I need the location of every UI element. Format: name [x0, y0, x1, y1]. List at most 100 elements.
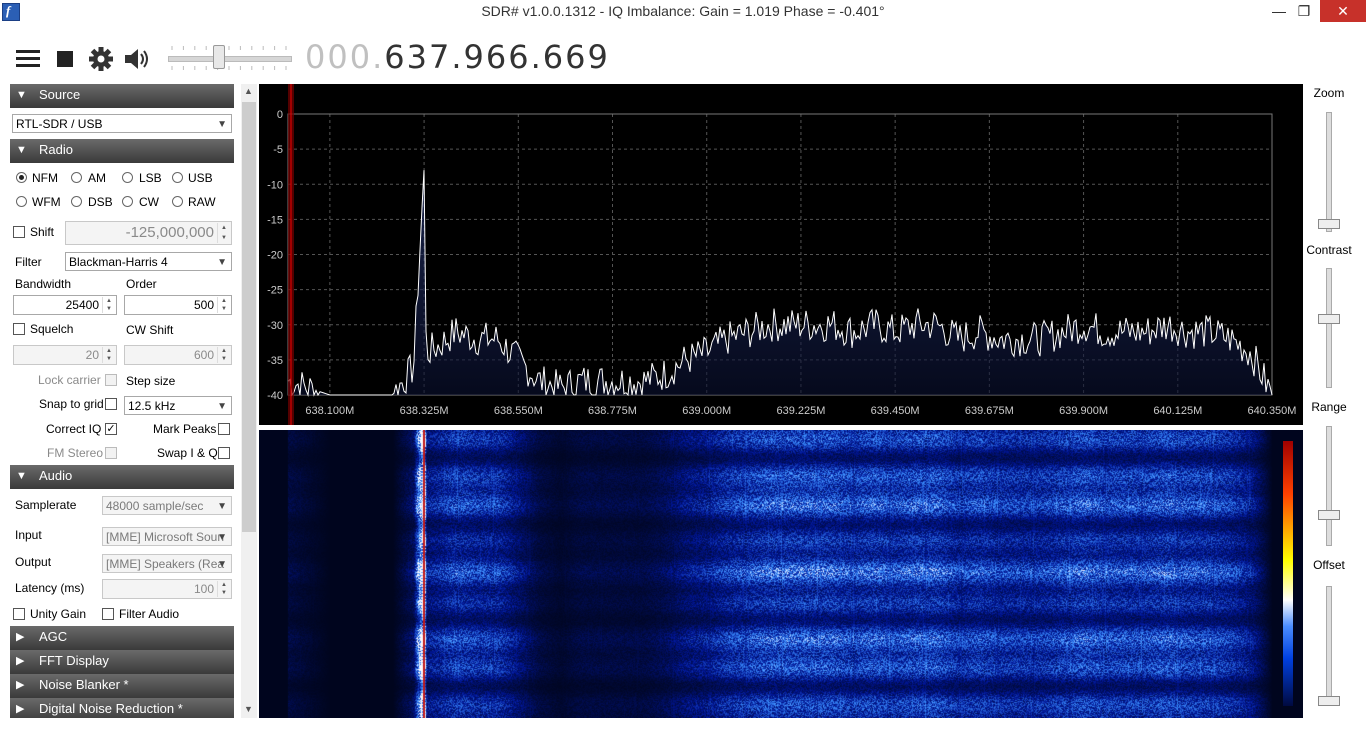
swap-iq-checkbox[interactable] — [218, 447, 230, 459]
contrast-slider[interactable] — [1326, 268, 1332, 388]
mode-radio-dsb[interactable] — [71, 196, 82, 207]
step-size-select[interactable]: 12.5 kHz ▼ — [124, 396, 232, 415]
filter-audio-label: Filter Audio — [119, 607, 180, 621]
fm-stereo-checkbox[interactable] — [105, 447, 117, 459]
spin-arrows-icon[interactable]: ▲ ▼ — [102, 297, 115, 313]
mode-label-nfm: NFM — [32, 171, 58, 185]
samplerate-label: Samplerate — [15, 498, 77, 512]
source-device-select[interactable]: RTL-SDR / USB ▼ — [12, 114, 232, 133]
title-bar: f SDR# v1.0.0.1312 - IQ Imbalance: Gain … — [0, 0, 1366, 23]
hamburger-icon[interactable] — [14, 44, 44, 74]
filter-value: Blackman-Harris 4 — [69, 255, 168, 269]
stop-icon[interactable] — [52, 44, 82, 74]
chevron-down-icon: ▼ — [217, 532, 227, 543]
noise-blanker-section-header[interactable]: ▶ Noise Blanker * — [10, 674, 234, 698]
radio-header-label: Radio — [39, 142, 73, 157]
mode-radio-cw[interactable] — [122, 196, 133, 207]
speaker-icon[interactable] — [122, 44, 152, 74]
chevron-down-icon[interactable]: ▼ — [244, 704, 253, 714]
x-tick-label: 638.550M — [494, 405, 543, 417]
spin-arrows-icon[interactable]: ▲ ▼ — [102, 347, 115, 363]
offset-slider[interactable] — [1326, 586, 1332, 706]
bandwidth-input[interactable]: 25400 ▲ ▼ — [13, 295, 117, 315]
fm-stereo-label: FM Stereo — [47, 446, 104, 460]
shift-value-input[interactable]: -125,000,000 ▲ ▼ — [65, 221, 232, 245]
cwshift-input[interactable]: 600 ▲ ▼ — [124, 345, 232, 365]
zoom-slider[interactable] — [1326, 112, 1332, 232]
chevron-up-icon[interactable]: ▲ — [244, 86, 253, 96]
agc-section-header[interactable]: ▶ AGC — [10, 626, 234, 650]
input-device-select[interactable]: [MME] Microsoft Soun ▼ — [102, 527, 232, 546]
panel-scrollbar-thumb[interactable] — [242, 102, 256, 532]
collapse-icon: ▼ — [16, 470, 27, 482]
spin-arrows-icon[interactable]: ▲ ▼ — [217, 223, 230, 243]
x-tick-label: 639.450M — [871, 405, 920, 417]
source-section-header[interactable]: ▼ Source — [10, 84, 234, 108]
mode-radio-usb[interactable] — [172, 172, 183, 183]
mode-label-cw: CW — [139, 195, 159, 209]
window-title: SDR# v1.0.0.1312 - IQ Imbalance: Gain = … — [481, 3, 885, 19]
spin-arrows-icon[interactable]: ▲ ▼ — [217, 581, 230, 597]
shift-checkbox[interactable] — [13, 226, 25, 238]
digital-noise-reduction-header-label: Digital Noise Reduction * — [39, 701, 183, 716]
restore-button[interactable]: ❐ — [1287, 0, 1321, 22]
mode-radio-lsb[interactable] — [122, 172, 133, 183]
fft-display-section-header[interactable]: ▶ FFT Display — [10, 650, 234, 674]
y-tick-label: -35 — [267, 355, 283, 367]
x-tick-label: 639.900M — [1059, 405, 1108, 417]
mode-radio-wfm[interactable] — [16, 196, 27, 207]
order-input[interactable]: 500 ▲ ▼ — [124, 295, 232, 315]
offset-slider-thumb[interactable] — [1318, 696, 1340, 706]
y-tick-label: -20 — [267, 250, 283, 262]
latency-value: 100 — [193, 582, 214, 596]
samplerate-value: 48000 sample/sec — [106, 499, 204, 513]
range-slider-thumb[interactable] — [1318, 510, 1340, 520]
x-tick-label: 639.225M — [776, 405, 825, 417]
mode-radio-raw[interactable] — [172, 196, 183, 207]
digital-noise-reduction-section-header[interactable]: ▶ Digital Noise Reduction * — [10, 698, 234, 718]
chevron-down-icon: ▼ — [217, 119, 227, 130]
spectrum-analyzer[interactable]: 0 -5 -10 -15 -20 -25 -30 -35 -40 638.100M 638.325… — [259, 84, 1303, 425]
volume-slider-thumb[interactable] — [212, 45, 225, 69]
collapse-icon: ▼ — [16, 144, 27, 156]
spin-arrows-icon[interactable]: ▲ ▼ — [217, 347, 230, 363]
waterfall-display[interactable] — [259, 430, 1303, 718]
bandwidth-value: 25400 — [65, 298, 99, 312]
close-button[interactable]: ✕ — [1320, 0, 1366, 22]
samplerate-select[interactable]: 48000 sample/sec ▼ — [102, 496, 232, 515]
mark-peaks-checkbox[interactable] — [218, 423, 230, 435]
correct-iq-checkbox[interactable]: ✓ — [105, 423, 117, 435]
mode-radio-am[interactable] — [71, 172, 82, 183]
y-tick-label: -40 — [267, 390, 283, 402]
filter-select[interactable]: Blackman-Harris 4 ▼ — [65, 252, 232, 271]
zoom-slider-thumb[interactable] — [1318, 219, 1340, 229]
radio-section-header[interactable]: ▼ Radio — [10, 139, 234, 163]
y-tick-label: -5 — [273, 144, 283, 156]
contrast-slider-thumb[interactable] — [1318, 314, 1340, 324]
frequency-display[interactable]: 000.637.966.669 — [305, 38, 610, 76]
filter-audio-checkbox[interactable] — [102, 608, 114, 620]
latency-input[interactable]: 100 ▲ ▼ — [102, 579, 232, 599]
mode-radio-nfm[interactable] — [16, 172, 27, 183]
y-tick-label: -25 — [267, 285, 283, 297]
expand-icon: ▶ — [16, 679, 25, 691]
output-device-value: [MME] Speakers (Rea — [106, 557, 225, 571]
squelch-input[interactable]: 20 ▲ ▼ — [13, 345, 117, 365]
output-device-select[interactable]: [MME] Speakers (Rea ▼ — [102, 554, 232, 573]
unity-gain-checkbox[interactable] — [13, 608, 25, 620]
gear-icon[interactable] — [86, 44, 116, 74]
volume-slider[interactable] — [168, 56, 292, 62]
squelch-checkbox[interactable] — [13, 323, 25, 335]
snap-to-grid-checkbox[interactable] — [105, 398, 117, 410]
correct-iq-label: Correct IQ — [46, 422, 102, 436]
spin-arrows-icon[interactable]: ▲ ▼ — [217, 297, 230, 313]
range-slider[interactable] — [1326, 426, 1332, 546]
chevron-down-icon: ▼ — [217, 401, 227, 412]
lock-carrier-checkbox[interactable] — [105, 374, 117, 386]
step-size-value: 12.5 kHz — [128, 399, 176, 413]
mode-label-dsb: DSB — [88, 195, 113, 209]
frequency-prefix: 000. — [305, 38, 385, 76]
offset-label: Offset — [1313, 558, 1345, 572]
chevron-down-icon: ▼ — [217, 501, 227, 512]
audio-section-header[interactable]: ▼ Audio — [10, 465, 234, 489]
